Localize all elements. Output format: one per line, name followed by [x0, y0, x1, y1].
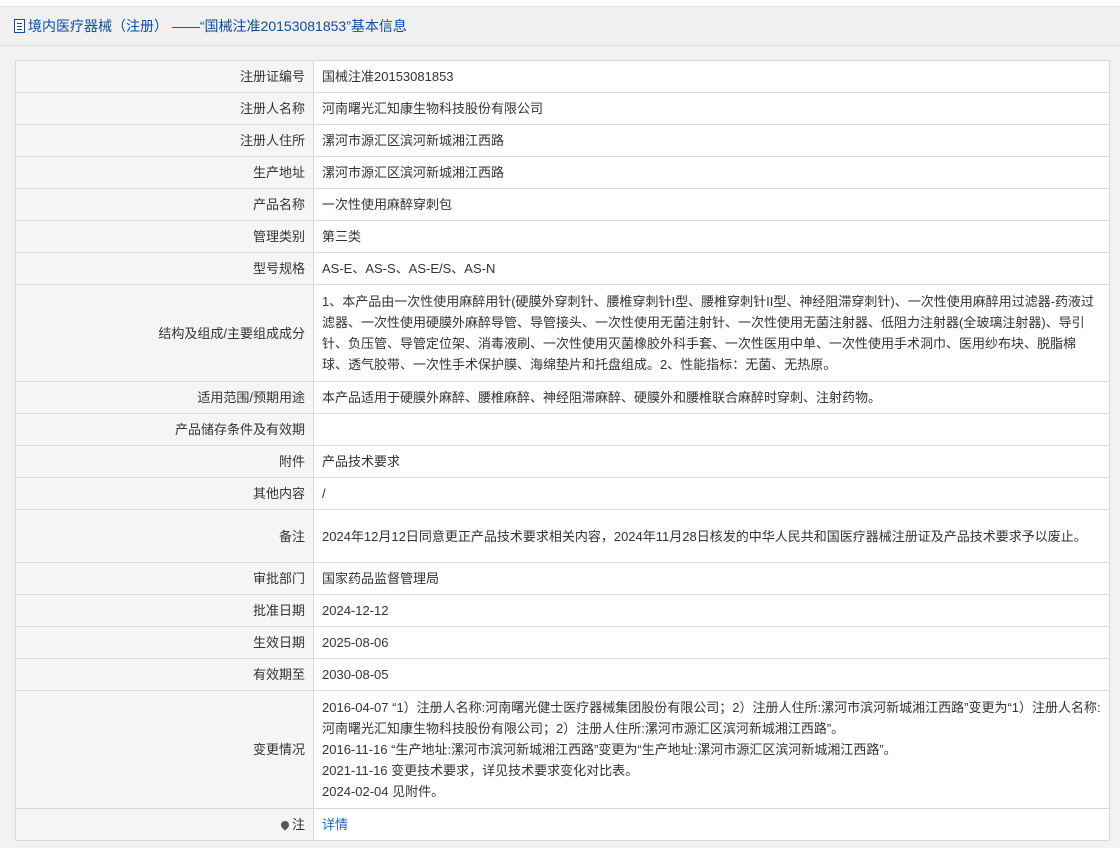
row-value: 本产品适用于硬膜外麻醉、腰椎麻醉、神经阻滞麻醉、硬膜外和腰椎联合麻醉时穿刺、注射…	[313, 381, 1110, 414]
table-row: 有效期至 2030-08-05	[15, 658, 1110, 691]
page-title: 境内医疗器械（注册） ——“国械注准20153081853”基本信息	[0, 7, 1120, 46]
row-label: 注册证编号	[15, 60, 314, 93]
table-row: 备注 2024年12月12日同意更正产品技术要求相关内容，2024年11月28日…	[15, 509, 1110, 563]
row-label: 其他内容	[15, 477, 314, 510]
change-line: 2016-04-07 “1）注册人名称:河南曙光健士医疗器械集团股份有限公司；2…	[322, 700, 1101, 736]
table-row-note: 注 详情	[15, 808, 1110, 841]
table-row: 结构及组成/主要组成成分 1、本产品由一次性使用麻醉用针(硬膜外穿刺针、腰椎穿刺…	[15, 284, 1110, 382]
row-label: 附件	[15, 445, 314, 478]
top-border	[0, 0, 1120, 7]
table-row: 注册人名称 河南曙光汇知康生物科技股份有限公司	[15, 92, 1110, 125]
row-value: /	[313, 477, 1110, 510]
row-value: 产品技术要求	[313, 445, 1110, 478]
pin-icon	[279, 819, 291, 831]
row-value: 一次性使用麻醉穿刺包	[313, 188, 1110, 221]
row-value: 漯河市源汇区滨河新城湘江西路	[313, 124, 1110, 157]
row-value: 1、本产品由一次性使用麻醉用针(硬膜外穿刺针、腰椎穿刺针I型、腰椎穿刺针II型、…	[313, 284, 1110, 382]
table-row: 注册证编号 国械注准20153081853	[15, 60, 1110, 93]
row-label: 结构及组成/主要组成成分	[15, 284, 314, 382]
row-label: 生效日期	[15, 626, 314, 659]
changes-value: 2016-04-07 “1）注册人名称:河南曙光健士医疗器械集团股份有限公司；2…	[313, 690, 1110, 809]
note-label-cell: 注	[15, 808, 314, 841]
row-value: 国家药品监督管理局	[313, 562, 1110, 595]
row-value: AS-E、AS-S、AS-E/S、AS-N	[313, 252, 1110, 285]
row-label: 产品储存条件及有效期	[15, 413, 314, 446]
row-label: 有效期至	[15, 658, 314, 691]
change-line: 2016-11-16 “生产地址:漯河市滨河新城湘江西路”变更为“生产地址:漯河…	[322, 742, 897, 757]
table-row: 型号规格 AS-E、AS-S、AS-E/S、AS-N	[15, 252, 1110, 285]
row-value: 2024年12月12日同意更正产品技术要求相关内容，2024年11月28日核发的…	[313, 509, 1110, 563]
row-label: 生产地址	[15, 156, 314, 189]
table-row-changes: 变更情况 2016-04-07 “1）注册人名称:河南曙光健士医疗器械集团股份有…	[15, 690, 1110, 809]
info-container: 注册证编号 国械注准20153081853 注册人名称 河南曙光汇知康生物科技股…	[0, 46, 1120, 841]
note-value: 详情	[313, 808, 1110, 841]
table-row: 管理类别 第三类	[15, 220, 1110, 253]
table-row: 批准日期 2024-12-12	[15, 594, 1110, 627]
change-line: 2021-11-16 变更技术要求，详见技术要求变化对比表。	[322, 763, 639, 778]
row-value: 第三类	[313, 220, 1110, 253]
table-row: 其他内容 /	[15, 477, 1110, 510]
row-value	[313, 413, 1110, 446]
page-title-text: 境内医疗器械（注册） ——“国械注准20153081853”基本信息	[28, 18, 407, 34]
table-row: 附件 产品技术要求	[15, 445, 1110, 478]
row-value: 2025-08-06	[313, 626, 1110, 659]
table-row: 适用范围/预期用途 本产品适用于硬膜外麻醉、腰椎麻醉、神经阻滞麻醉、硬膜外和腰椎…	[15, 381, 1110, 414]
row-value: 河南曙光汇知康生物科技股份有限公司	[313, 92, 1110, 125]
row-value: 国械注准20153081853	[313, 60, 1110, 93]
info-table: 注册证编号 国械注准20153081853 注册人名称 河南曙光汇知康生物科技股…	[15, 60, 1110, 841]
row-label: 管理类别	[15, 220, 314, 253]
change-line: 2024-02-04 见附件。	[322, 784, 445, 799]
document-icon	[14, 19, 25, 33]
table-row: 审批部门 国家药品监督管理局	[15, 562, 1110, 595]
row-value: 2024-12-12	[313, 594, 1110, 627]
row-label: 型号规格	[15, 252, 314, 285]
row-label: 产品名称	[15, 188, 314, 221]
details-link[interactable]: 详情	[322, 817, 348, 832]
row-label: 审批部门	[15, 562, 314, 595]
table-row: 注册人住所 漯河市源汇区滨河新城湘江西路	[15, 124, 1110, 157]
table-row: 产品名称 一次性使用麻醉穿刺包	[15, 188, 1110, 221]
row-label: 备注	[15, 509, 314, 563]
row-label: 注册人名称	[15, 92, 314, 125]
changes-label: 变更情况	[15, 690, 314, 809]
row-label: 适用范围/预期用途	[15, 381, 314, 414]
row-value: 漯河市源汇区滨河新城湘江西路	[313, 156, 1110, 189]
row-label: 批准日期	[15, 594, 314, 627]
row-value: 2030-08-05	[313, 658, 1110, 691]
table-row: 产品储存条件及有效期	[15, 413, 1110, 446]
table-row: 生效日期 2025-08-06	[15, 626, 1110, 659]
row-label: 注册人住所	[15, 124, 314, 157]
note-label: 注	[291, 817, 305, 832]
table-row: 生产地址 漯河市源汇区滨河新城湘江西路	[15, 156, 1110, 189]
